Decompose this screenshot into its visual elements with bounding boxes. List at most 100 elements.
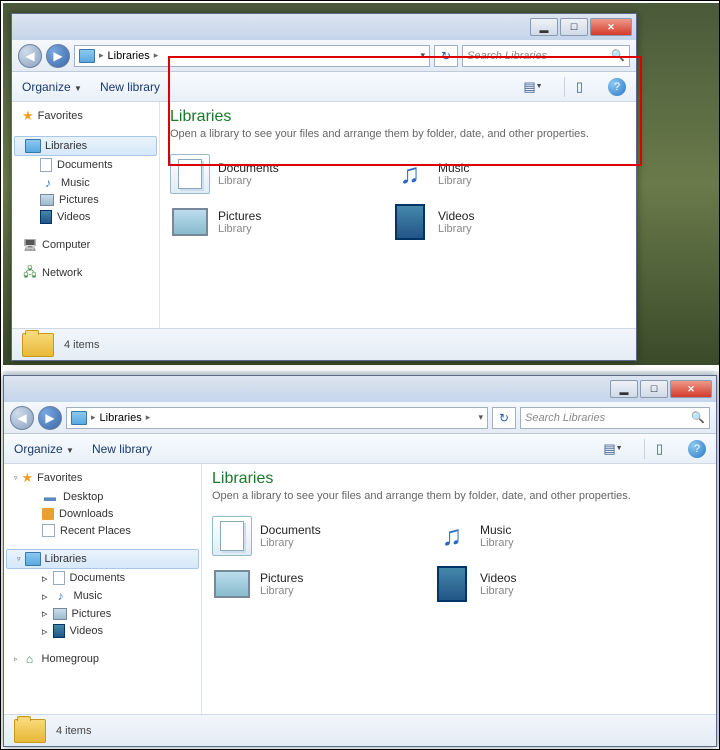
forward-button[interactable]: ▶ [46,44,70,68]
address-dropdown-icon[interactable]: ▾ [420,50,425,61]
library-item-pictures[interactable]: PicturesLibrary [212,564,392,604]
sidebar-item-downloads[interactable]: Downloads [4,506,201,522]
document-icon [53,571,65,585]
preview-pane-button[interactable]: ▯ [644,439,670,459]
libraries-icon [79,49,95,63]
expand-icon[interactable]: ▹ [42,590,48,603]
view-options-button[interactable]: ▤▼ [600,439,626,459]
sidebar-item-pictures[interactable]: Pictures [12,192,159,208]
new-library-button[interactable]: New library [100,80,160,94]
titlebar[interactable] [4,376,716,402]
sidebar-item-recent[interactable]: Recent Places [4,522,201,539]
expand-icon[interactable]: ▹ [42,607,48,620]
organize-menu[interactable]: Organize ▼ [14,442,74,456]
library-item-videos[interactable]: VideosLibrary [432,564,612,604]
page-title: Libraries [170,108,626,126]
videos-icon [432,564,472,604]
pictures-icon [40,194,54,206]
library-item-pictures[interactable]: PicturesLibrary [170,202,350,242]
help-button[interactable]: ? [608,78,626,96]
expand-icon[interactable]: ▹ [42,625,48,638]
breadcrumb-chevron-icon[interactable]: ▸ [146,412,151,423]
library-item-documents[interactable]: DocumentsLibrary [170,154,350,194]
videos-icon [40,210,52,224]
libraries-icon [25,139,41,153]
minimize-button[interactable] [610,380,638,398]
breadcrumb-chevron-icon[interactable]: ▸ [154,50,159,61]
star-icon: ★ [22,108,34,124]
folder-icon [14,719,46,743]
library-item-documents[interactable]: DocumentsLibrary [212,516,392,556]
libraries-group[interactable]: ▿Libraries [6,549,199,569]
libraries-icon [25,552,41,566]
forward-button[interactable]: ▶ [38,406,62,430]
computer-group[interactable]: 🖥Computer [12,236,159,254]
back-button[interactable]: ◀ [10,406,34,430]
preview-pane-button[interactable]: ▯ [564,77,590,97]
breadcrumb[interactable]: Libraries [100,412,142,424]
address-bar[interactable]: ▸ Libraries ▸ ▾ [74,45,430,67]
favorites-group[interactable]: ★Favorites [12,106,159,126]
sidebar-item-desktop[interactable]: ▬Desktop [4,488,201,506]
sidebar-item-music[interactable]: ♪Music [12,174,159,192]
command-bar: Organize ▼ New library ▤▼ ▯ ? [4,434,716,464]
document-icon [40,158,52,172]
navigation-pane: ★Favorites Libraries Documents ♪Music Pi… [12,102,160,328]
documents-icon [212,516,252,556]
nav-toolbar: ◀ ▶ ▸ Libraries ▸ ▾ ↻ Search Libraries 🔍 [4,402,716,434]
documents-icon [170,154,210,194]
sidebar-item-pictures[interactable]: ▹Pictures [4,605,201,622]
help-button[interactable]: ? [688,440,706,458]
maximize-button[interactable] [560,18,588,36]
back-button[interactable]: ◀ [18,44,42,68]
library-item-music[interactable]: ♫MusicLibrary [432,516,612,556]
desktop-icon: ▬ [42,490,58,504]
expand-icon[interactable]: ▹ [42,572,48,585]
refresh-button[interactable]: ↻ [492,407,516,429]
collapse-icon[interactable]: ▿ [14,474,18,482]
close-button[interactable] [670,380,712,398]
page-subtitle: Open a library to see your files and arr… [212,490,706,502]
search-icon: 🔍 [611,49,625,62]
collapse-icon[interactable]: ▿ [17,555,21,563]
content-pane: Libraries Open a library to see your fil… [160,102,636,328]
network-group[interactable]: 🖧Network [12,264,159,282]
breadcrumb[interactable]: Libraries [108,50,150,62]
network-icon: 🖧 [22,266,38,280]
pictures-icon [53,608,67,620]
music-icon: ♫ [390,154,430,194]
new-library-button[interactable]: New library [92,442,152,456]
view-options-button[interactable]: ▤▼ [520,77,546,97]
sidebar-item-documents[interactable]: Documents [12,156,159,174]
close-button[interactable] [590,18,632,36]
refresh-button[interactable]: ↻ [434,45,458,67]
organize-menu[interactable]: Organize ▼ [22,80,82,94]
library-item-videos[interactable]: VideosLibrary [390,202,570,242]
content-pane: Libraries Open a library to see your fil… [202,464,716,714]
search-placeholder: Search Libraries [525,412,605,424]
nav-toolbar: ◀ ▶ ▸ Libraries ▸ ▾ ↻ Search Libraries 🔍 [12,40,636,72]
navigation-pane: ▿★Favorites ▬Desktop Downloads Recent Pl… [4,464,202,714]
page-title: Libraries [212,470,706,488]
search-input[interactable]: Search Libraries 🔍 [462,45,630,67]
search-input[interactable]: Search Libraries 🔍 [520,407,710,429]
address-dropdown-icon[interactable]: ▾ [478,412,483,423]
music-icon: ♪ [40,176,56,190]
sidebar-item-videos[interactable]: Videos [12,208,159,226]
library-item-music[interactable]: ♫MusicLibrary [390,154,570,194]
status-bar: 4 items [12,328,636,360]
libraries-group[interactable]: Libraries [14,136,157,156]
address-bar[interactable]: ▸ Libraries ▸ ▾ [66,407,488,429]
sidebar-item-documents[interactable]: ▹Documents [4,569,201,587]
sidebar-item-videos[interactable]: ▹Videos [4,622,201,640]
expand-icon[interactable]: ▹ [14,655,18,663]
homegroup-group[interactable]: ▹⌂Homegroup [4,650,201,668]
page-subtitle: Open a library to see your files and arr… [170,128,626,140]
sidebar-item-music[interactable]: ▹♪Music [4,587,201,605]
maximize-button[interactable] [640,380,668,398]
favorites-group[interactable]: ▿★Favorites [4,468,201,488]
recent-icon [42,524,55,537]
titlebar[interactable] [12,14,636,40]
computer-icon: 🖥 [22,238,38,252]
minimize-button[interactable] [530,18,558,36]
